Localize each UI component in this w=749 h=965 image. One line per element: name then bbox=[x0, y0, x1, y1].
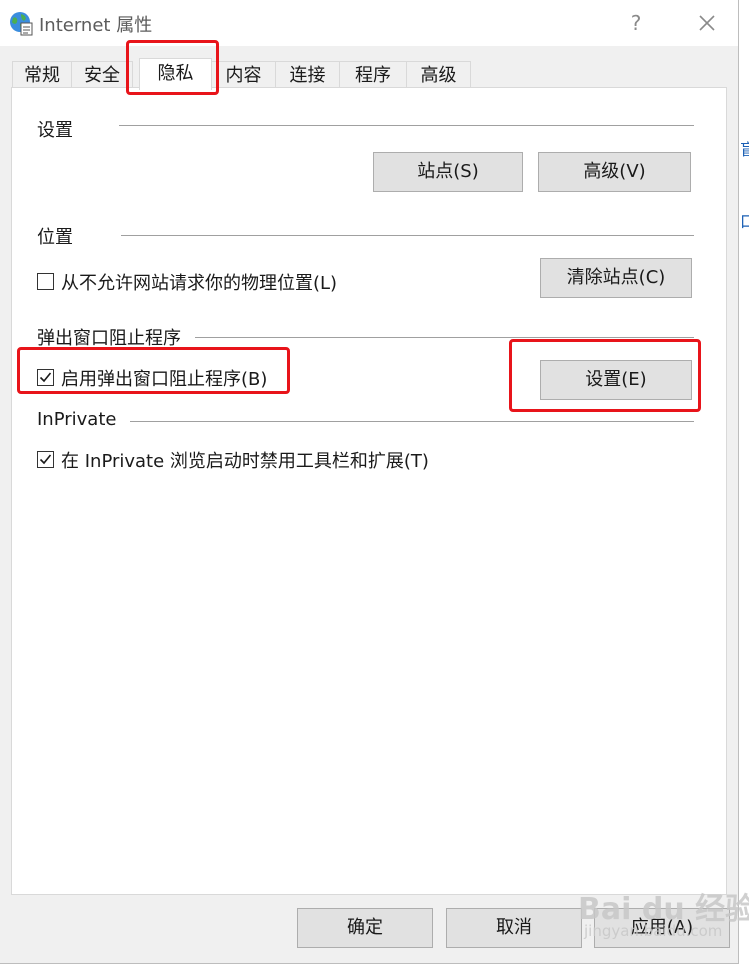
tab-advanced[interactable]: 高级 bbox=[406, 61, 471, 88]
advanced-button[interactable]: 高级(V) bbox=[538, 152, 691, 192]
checkmark-icon bbox=[39, 454, 52, 465]
inprivate-separator bbox=[130, 421, 694, 422]
location-separator bbox=[121, 235, 694, 236]
baidu-watermark: Bai du 经验 jingyan.baidu.com bbox=[578, 884, 749, 946]
tab-connections[interactable]: 连接 bbox=[275, 61, 340, 88]
internet-options-dialog: Internet 属性 ? 常规 安全 隐私 内容 连接 程序 高级 设置 站点… bbox=[0, 0, 739, 964]
background-text-fragment: 盲 bbox=[740, 140, 749, 159]
disable-toolbars-label: 在 InPrivate 浏览启动时禁用工具栏和扩展(T) bbox=[61, 451, 429, 472]
inprivate-section-title: InPrivate bbox=[37, 409, 117, 430]
sites-button[interactable]: 站点(S) bbox=[373, 152, 523, 192]
popup-separator bbox=[195, 337, 694, 338]
enable-popup-blocker-checkbox[interactable] bbox=[37, 369, 54, 386]
globe-icon bbox=[8, 10, 34, 36]
tab-privacy[interactable]: 隐私 bbox=[139, 58, 212, 90]
ok-button[interactable]: 确定 bbox=[297, 908, 433, 948]
settings-separator bbox=[119, 125, 694, 126]
popup-settings-button[interactable]: 设置(E) bbox=[540, 360, 692, 400]
never-allow-location-label: 从不允许网站请求你的物理位置(L) bbox=[61, 273, 338, 294]
title-bar: Internet 属性 ? bbox=[0, 0, 738, 46]
watermark-sub-text: jingyan.baidu.com bbox=[584, 922, 723, 940]
tab-programs[interactable]: 程序 bbox=[339, 61, 407, 88]
tab-security[interactable]: 安全 bbox=[71, 61, 133, 88]
disable-toolbars-row[interactable]: 在 InPrivate 浏览启动时禁用工具栏和扩展(T) bbox=[37, 449, 437, 472]
checkmark-icon bbox=[39, 372, 52, 383]
tab-general[interactable]: 常规 bbox=[12, 61, 72, 88]
never-allow-location-row[interactable]: 从不允许网站请求你的物理位置(L) bbox=[37, 271, 367, 294]
privacy-panel: 设置 站点(S) 高级(V) 位置 从不允许网站请求你的物理位置(L) 清除站点… bbox=[11, 87, 727, 895]
enable-popup-blocker-label: 启用弹出窗口阻止程序(B) bbox=[61, 369, 268, 390]
cancel-button[interactable]: 取消 bbox=[446, 908, 582, 948]
tab-strip: 常规 安全 隐私 内容 连接 程序 高级 bbox=[0, 58, 740, 90]
disable-toolbars-checkbox[interactable] bbox=[37, 451, 54, 468]
help-button[interactable]: ? bbox=[622, 8, 650, 38]
close-icon bbox=[699, 15, 715, 31]
enable-popup-blocker-row[interactable]: 启用弹出窗口阻止程序(B) bbox=[37, 367, 297, 390]
close-button[interactable] bbox=[690, 8, 724, 38]
settings-section-title: 设置 bbox=[37, 116, 73, 142]
location-section-title: 位置 bbox=[37, 223, 73, 249]
popup-section-title: 弹出窗口阻止程序 bbox=[37, 324, 181, 350]
tab-content[interactable]: 内容 bbox=[211, 61, 276, 88]
background-text-fragment: 口 bbox=[740, 212, 749, 231]
clear-sites-button[interactable]: 清除站点(C) bbox=[540, 258, 692, 298]
window-title: Internet 属性 bbox=[39, 15, 153, 36]
never-allow-location-checkbox[interactable] bbox=[37, 273, 54, 290]
